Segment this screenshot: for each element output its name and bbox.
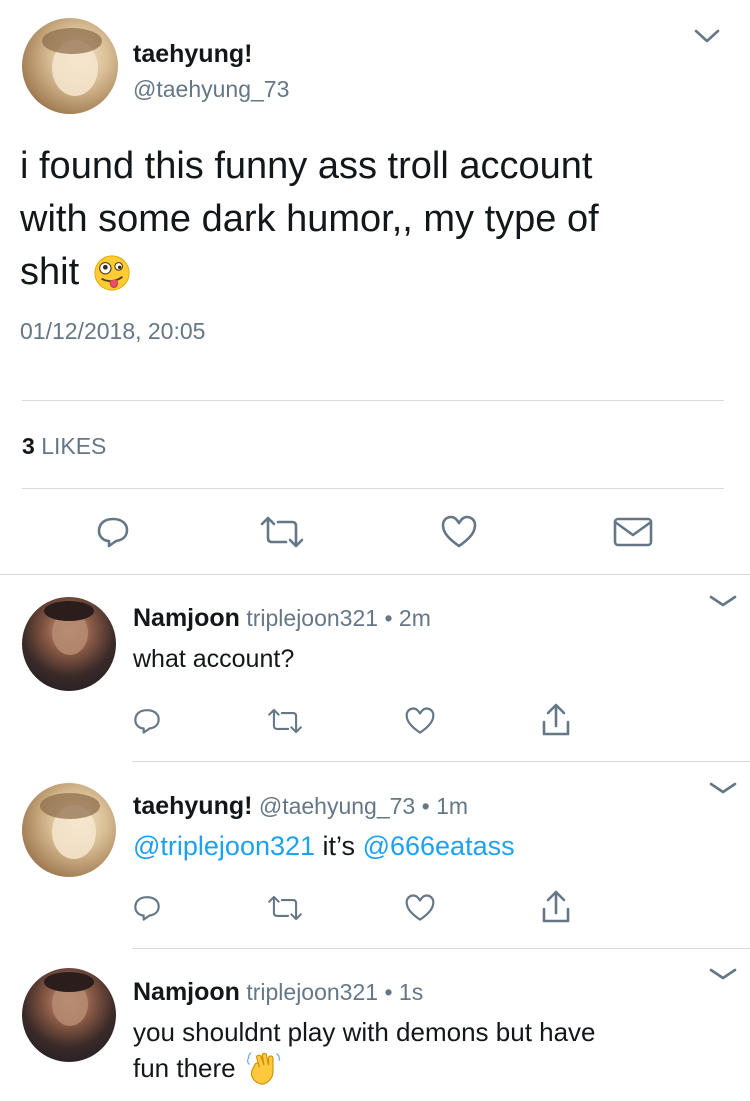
reply-time[interactable]: 2m [399, 605, 431, 631]
reply-text-line: fun there [133, 1053, 236, 1083]
separator-dot: • [384, 979, 393, 1005]
tweet-timestamp[interactable]: 01/12/2018, 20:05 [20, 318, 205, 345]
reply-handle[interactable]: triplejoon321 [246, 605, 378, 631]
separator-dot: • [384, 605, 393, 631]
author-display-name[interactable]: taehyung! [133, 40, 252, 69]
tweet-text-line: i found this funny ass troll account [20, 145, 593, 187]
share-icon[interactable] [538, 889, 574, 925]
mention-link[interactable]: @triplejoon321 [133, 831, 315, 861]
tweet-text-line: with some dark humor,, my type of [20, 198, 599, 240]
divider [132, 948, 750, 949]
reply-icon[interactable] [132, 706, 162, 736]
author-handle[interactable]: @taehyung_73 [133, 76, 289, 103]
reply-header: Namjoon triplejoon321 • 1s [133, 978, 423, 1007]
reply-text: what account? [133, 645, 295, 673]
direct-message-icon[interactable] [612, 516, 654, 548]
heart-icon[interactable] [404, 893, 436, 923]
retweet-icon[interactable] [266, 895, 304, 921]
reply-text-segment: it’s [322, 831, 356, 861]
reply-avatar[interactable] [22, 968, 116, 1062]
reply-header: Namjoon triplejoon321 • 2m [133, 604, 431, 633]
reply-handle[interactable]: triplejoon321 [246, 979, 378, 1005]
tweet-text: i found this funny ass troll account wit… [20, 140, 599, 299]
reply-text: @triplejoon321 it’s @666eatass [133, 831, 515, 862]
reply-text-line: you shouldnt play with demons but have [133, 1017, 596, 1047]
divider [0, 574, 750, 575]
chevron-down-icon[interactable] [709, 594, 737, 608]
tweet-text-line: shit [20, 251, 80, 293]
mention-link[interactable]: @666eatass [363, 831, 515, 861]
reply-display-name[interactable]: taehyung! [133, 792, 252, 820]
heart-icon[interactable] [404, 706, 436, 736]
reply-handle[interactable]: @taehyung_73 [259, 793, 415, 819]
chevron-down-icon[interactable] [709, 781, 737, 795]
reply-time[interactable]: 1m [436, 793, 468, 819]
reply-avatar[interactable] [22, 783, 116, 877]
reply-time[interactable]: 1s [399, 979, 423, 1005]
zany-face-icon [94, 254, 130, 291]
divider [132, 761, 750, 762]
separator-dot: • [421, 793, 430, 819]
reply-icon[interactable] [132, 893, 162, 923]
divider [22, 488, 724, 489]
chevron-down-icon[interactable] [709, 967, 737, 981]
chevron-down-icon[interactable] [694, 28, 720, 44]
likes-label: LIKES [41, 433, 107, 459]
reply-icon[interactable] [95, 514, 131, 550]
reply-display-name[interactable]: Namjoon [133, 604, 240, 632]
waving-hand-icon [246, 1052, 280, 1085]
likes-stat[interactable]: 3 LIKES [22, 433, 106, 460]
reply-display-name[interactable]: Namjoon [133, 978, 240, 1006]
share-icon[interactable] [538, 702, 574, 738]
reply-avatar[interactable] [22, 597, 116, 691]
author-avatar[interactable] [22, 18, 118, 114]
heart-icon[interactable] [440, 514, 478, 550]
retweet-icon[interactable] [266, 708, 304, 734]
retweet-icon[interactable] [258, 516, 306, 548]
divider [22, 400, 724, 401]
reply-text: you shouldnt play with demons but have f… [133, 1014, 596, 1086]
reply-header: taehyung! @taehyung_73 • 1m [133, 792, 468, 821]
likes-count: 3 [22, 433, 35, 459]
